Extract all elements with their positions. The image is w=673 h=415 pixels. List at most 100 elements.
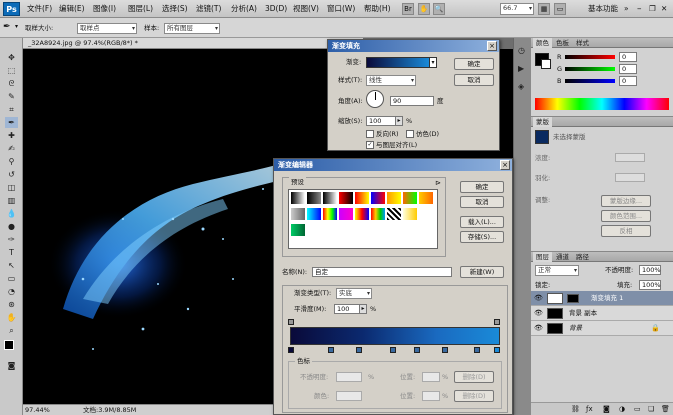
pen-tool-icon[interactable]: ✑ [5,234,18,245]
menu-edit[interactable]: 编辑(E) [59,3,85,15]
layer-fill-field[interactable]: 100% [639,280,661,290]
document-tab[interactable]: _32A8924.jpg @ 97.4%(RGB/8*) * [23,38,363,49]
green-slider[interactable] [565,67,615,71]
marquee-tool-icon[interactable]: ⬚ [5,65,18,76]
gradient-tool-icon[interactable]: ▥ [5,195,18,206]
preset-swatch[interactable] [291,208,305,220]
tab-masks[interactable]: 蒙版 [533,117,552,127]
dodge-tool-icon[interactable]: ● [5,221,18,232]
zoom-tool-icon[interactable]: 🔍 [433,3,445,15]
layer-name[interactable]: 背景 [569,323,582,333]
gradient-type-select[interactable]: 实底 [336,288,372,299]
tab-color[interactable]: 颜色 [533,38,552,48]
delete-layer-icon[interactable]: 🗑 [661,405,670,413]
tab-swatches[interactable]: 色板 [553,38,572,48]
mask-edge-button[interactable]: 蒙版边缘... [601,195,651,207]
smoothness-slider-toggle[interactable]: ▸ [359,304,367,314]
preset-swatch[interactable] [371,192,385,204]
visibility-eye-icon[interactable]: 👁 [534,324,543,332]
color-stop[interactable] [356,347,362,353]
gradient-picker-dropdown[interactable]: ▾ [429,57,437,68]
tab-layers[interactable]: 图层 [533,252,552,262]
restore-icon[interactable]: ❐ [649,3,656,15]
scale-slider-toggle[interactable]: ▸ [395,116,403,126]
dither-checkbox[interactable] [406,130,414,138]
group-icon[interactable]: ▭ [634,405,641,413]
color-stop[interactable] [474,347,480,353]
healing-brush-icon[interactable]: ✚ [5,130,18,141]
layer-style-icon[interactable]: ƒx [586,405,593,413]
minimize-icon[interactable]: – [637,3,642,15]
menu-view[interactable]: 视图(V) [293,3,319,15]
density-field[interactable] [615,153,645,162]
menu-window[interactable]: 窗口(W) [327,3,355,15]
preset-swatch[interactable] [387,192,401,204]
blur-tool-icon[interactable]: 💧 [5,208,18,219]
link-layers-icon[interactable]: ⛓ [571,405,580,413]
preset-swatch[interactable] [291,192,305,204]
foreground-color-swatch[interactable] [4,340,14,350]
crop-tool-icon[interactable]: ⌗ [5,104,18,115]
3d-rotate-tool-icon[interactable]: ◔ [5,286,18,297]
color-stop[interactable] [414,347,420,353]
fill-ok-button[interactable]: 确定 [454,58,494,70]
opacity-location-field[interactable] [422,372,440,382]
new-layer-icon[interactable]: ❏ [648,405,654,413]
visibility-eye-icon[interactable]: 👁 [534,294,543,302]
new-gradient-button[interactable]: 新建(W) [460,266,504,278]
color-stop[interactable] [494,347,500,353]
preset-swatch[interactable] [403,208,417,220]
menu-help[interactable]: 帮助(H) [364,3,391,15]
quick-select-tool-icon[interactable]: ✎ [5,91,18,102]
sample-select[interactable]: 所有图层 [164,23,220,34]
menu-filter[interactable]: 滤镜(T) [196,3,221,15]
red-value[interactable]: 0 [619,52,637,62]
color-spectrum-bar[interactable] [535,98,669,110]
lasso-tool-icon[interactable]: ᘓ [5,78,18,89]
opacity-stop-right[interactable] [494,319,500,325]
red-slider[interactable] [565,55,615,59]
sample-size-select[interactable]: 取样点 [77,23,137,34]
menu-file[interactable]: 文件(F) [27,3,52,15]
blend-mode-select[interactable]: 正常 [535,265,579,276]
preset-swatch[interactable] [339,208,353,220]
add-mask-icon[interactable]: ◙ [603,405,610,413]
tab-paths[interactable]: 路径 [573,252,592,262]
color-location-field[interactable] [422,391,440,401]
preset-swatch[interactable] [323,208,337,220]
presets-menu-icon[interactable]: ⊳ [435,179,441,187]
stop-color-field[interactable] [336,391,362,401]
zoom-level-select[interactable]: 66.7 [500,3,534,15]
color-stop[interactable] [288,347,294,353]
eyedropper-icon[interactable]: ✒ [5,117,18,128]
status-zoom[interactable]: 97.44% [25,405,50,415]
stop-opacity-field[interactable] [336,372,362,382]
color-stop[interactable] [442,347,448,353]
menu-select[interactable]: 选择(S) [162,3,188,15]
menu-layer[interactable]: 图层(L) [128,3,153,15]
quick-mask-icon[interactable]: ◙ [5,360,18,371]
shape-tool-icon[interactable]: ▭ [5,273,18,284]
close-icon[interactable]: × [487,41,497,51]
load-button[interactable]: 载入(L)... [460,216,504,228]
scale-field[interactable]: 100 [366,116,396,126]
menu-analysis[interactable]: 分析(A) [231,3,257,15]
hand-icon[interactable]: ✋ [418,3,430,15]
close-icon[interactable]: × [500,160,510,170]
workspace-switcher[interactable]: 基本功能 [588,3,618,15]
tab-channels[interactable]: 通道 [553,252,572,262]
eyedropper-tool-icon[interactable]: ✒ [3,21,15,34]
path-select-tool-icon[interactable]: ↖ [5,260,18,271]
3d-orbit-tool-icon[interactable]: ⊛ [5,299,18,310]
menu-3d[interactable]: 3D(D) [265,3,287,15]
preset-swatch[interactable] [355,208,369,220]
preset-swatch[interactable] [419,192,433,204]
preset-swatch[interactable] [307,192,321,204]
preset-swatch[interactable] [339,192,353,204]
preset-swatch[interactable] [323,192,337,204]
arrange-documents-icon[interactable]: ▦ [538,3,550,15]
tool-preset-dropdown-icon[interactable]: ▾ [15,23,18,30]
opacity-stop-left[interactable] [288,319,294,325]
blue-slider[interactable] [565,79,615,83]
menu-image[interactable]: 图像(I) [93,3,116,15]
